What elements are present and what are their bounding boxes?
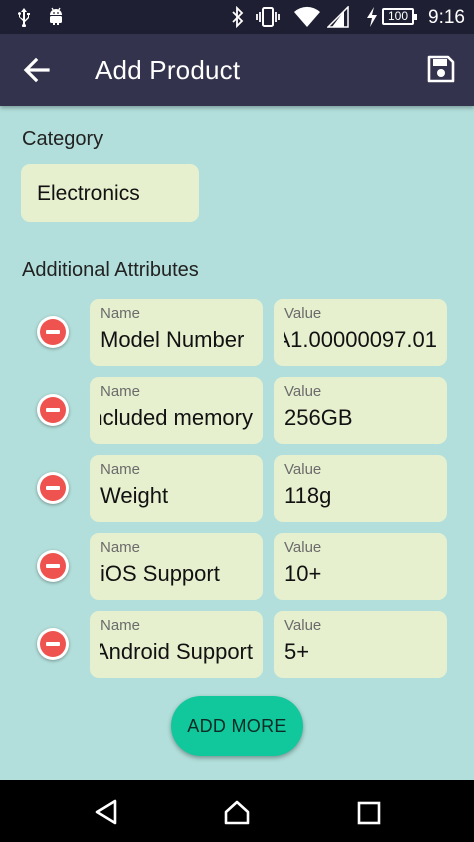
value-field-label: Value [284,383,322,400]
remove-attribute-button[interactable] [37,394,69,426]
value-field-value: 10+ [284,561,322,586]
save-icon[interactable] [426,54,456,84]
attribute-name-field[interactable]: Name Model Number [90,299,263,366]
name-field-label: Name [100,383,141,400]
app-bar: Add Product [0,34,474,106]
navigation-bar [0,780,474,842]
remove-icon [40,553,66,579]
attribute-name-field[interactable]: Name Weight [90,455,263,522]
page-title: Add Product [95,55,241,85]
name-field-value: iOS Support [100,561,220,586]
status-bar: 100 9:16 [0,0,474,34]
category-select[interactable]: Electronics [21,164,199,222]
attribute-row: Name Weight Value 118g [0,455,474,523]
remove-icon [40,319,66,345]
recents-icon[interactable] [357,801,381,825]
attribute-row: Name iOS Support Value 10+ [0,533,474,601]
android-icon [50,7,62,25]
remove-attribute-button[interactable] [37,628,69,660]
attribute-name-field[interactable]: Name Android Support [90,611,263,678]
back-triangle-icon[interactable] [94,799,118,825]
attribute-value-field[interactable]: Value 256GB [274,377,447,444]
attribute-value-field[interactable]: Value 5+ [274,611,447,678]
attribute-row: Name Included memory Value 256GB [0,377,474,445]
value-field-label: Value [284,305,322,322]
arrow-back-icon[interactable] [20,54,54,86]
add-more-button[interactable]: ADD MORE [171,696,303,756]
battery-indicator: 100 [382,8,417,25]
remove-attribute-button[interactable] [37,472,69,504]
charging-icon [367,7,377,27]
remove-attribute-button[interactable] [37,316,69,348]
remove-icon [40,475,66,501]
name-field-value: Weight [100,483,169,508]
name-field-value: Model Number [100,327,245,352]
value-field-label: Value [284,539,322,556]
bluetooth-icon [232,6,244,28]
signal-icon [327,6,349,28]
value-field-value: 256GB [284,405,353,430]
attribute-row: Name Android Support Value 5+ [0,611,474,679]
remove-icon [40,631,66,657]
name-field-value: Android Support [100,639,253,664]
attribute-name-field[interactable]: Name iOS Support [90,533,263,600]
name-field-label: Name [100,305,141,322]
home-icon[interactable] [223,799,251,825]
vibrate-icon [256,7,280,27]
attribute-row: Name Model Number Value A1.00000097.01 [0,299,474,367]
value-field-value: 5+ [284,639,310,664]
category-label: Category [22,128,104,150]
attributes-label: Additional Attributes [22,259,199,281]
name-field-value: Included memory [100,405,253,430]
wifi-icon [294,6,320,27]
attribute-value-field[interactable]: Value 10+ [274,533,447,600]
name-field-label: Name [100,539,141,556]
attribute-value-field[interactable]: Value 118g [274,455,447,522]
value-field-label: Value [284,461,322,478]
remove-icon [40,397,66,423]
attribute-name-field[interactable]: Name Included memory [90,377,263,444]
value-field-label: Value [284,617,322,634]
value-field-value: 118g [284,483,332,508]
clock: 9:16 [428,7,465,28]
value-field-value: A1.00000097.01 [284,327,437,352]
name-field-label: Name [100,461,141,478]
name-field-label: Name [100,617,141,634]
remove-attribute-button[interactable] [37,550,69,582]
usb-icon [18,8,30,27]
attribute-value-field[interactable]: Value A1.00000097.01 [274,299,447,366]
